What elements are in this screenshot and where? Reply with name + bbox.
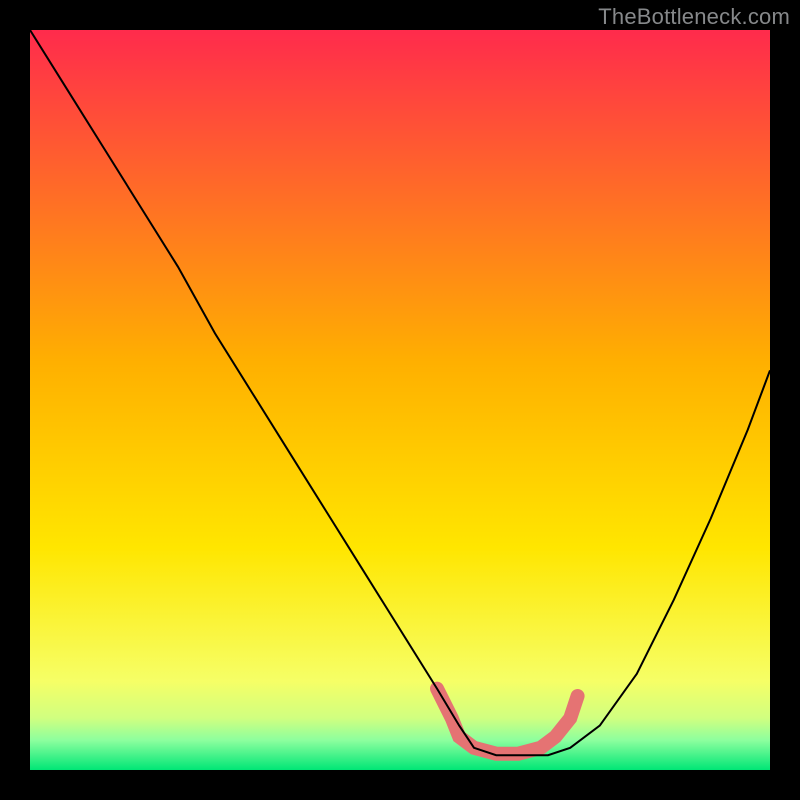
chart-frame: TheBottleneck.com — [0, 0, 800, 800]
gradient-background — [30, 30, 770, 770]
plot-area — [30, 30, 770, 770]
bottleneck-chart — [30, 30, 770, 770]
watermark-text: TheBottleneck.com — [598, 4, 790, 30]
